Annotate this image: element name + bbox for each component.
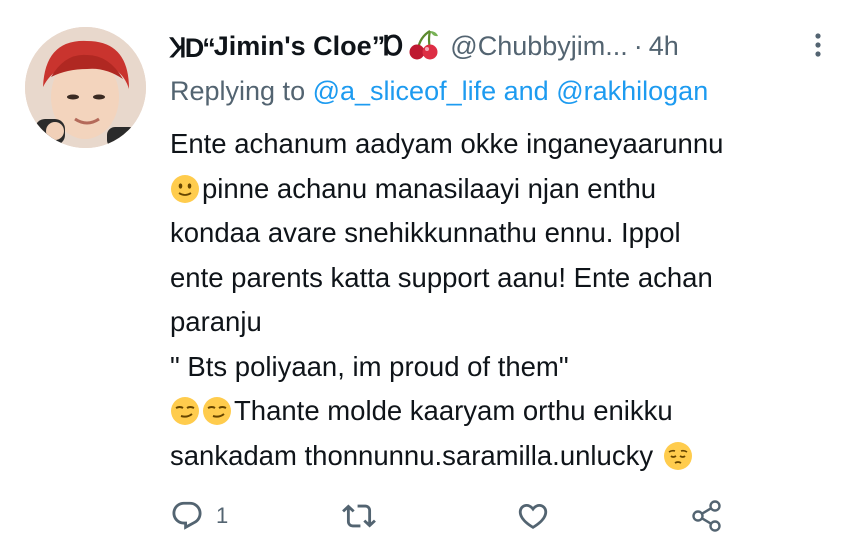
- tweet-text: Ente achanum aadyam okke inganeyaarunnu …: [170, 122, 850, 478]
- like-icon: [518, 503, 548, 529]
- avatar-image: [25, 27, 146, 148]
- tweet-line-text: pinne achanu manasilaayi njan enthu: [202, 172, 657, 204]
- tweet-line-text: sankadam thonnunnu.saramilla.unlucky: [170, 439, 654, 471]
- avatar[interactable]: [25, 27, 146, 148]
- tweet-line-text: paranju: [170, 306, 262, 337]
- tweet-line: " Bts poliyaan, im proud of them": [170, 345, 850, 390]
- tweet-line: sankadam thonnunnu.saramilla.unlucky: [170, 434, 850, 479]
- replying-to: Replying to @a_sliceof_life and @rakhilo…: [170, 76, 708, 107]
- name-decoration-right: ”Ɒ: [371, 30, 405, 61]
- more-options-icon[interactable]: [808, 30, 828, 60]
- reply-icon: [172, 501, 202, 530]
- share-button[interactable]: [690, 494, 724, 538]
- cherry-icon: [406, 27, 440, 66]
- mention-link[interactable]: @a_sliceof_life: [313, 76, 497, 106]
- tweet-line-text: Ente achanum aadyam okke inganeyaarunnu: [170, 128, 724, 159]
- share-icon: [692, 500, 721, 532]
- action-bar: 1: [170, 494, 770, 538]
- user-handle[interactable]: @Chubbyjim...: [450, 31, 627, 62]
- tweet-line: Thante molde kaaryam orthu enikku: [170, 389, 850, 434]
- smirking-face-icon: [170, 396, 200, 426]
- tweet-header: ꞰD“ Jimin's Cloe ”Ɒ @Chubbyjim... · 4h: [170, 26, 840, 66]
- timestamp[interactable]: 4h: [649, 31, 679, 62]
- tweet-line-text: ente parents katta support aanu! Ente ac…: [170, 261, 713, 293]
- like-button[interactable]: [515, 494, 551, 538]
- retweet-icon: [342, 504, 376, 528]
- tweet-line-text: kondaa avare snehikkunnathu ennu. Ippol: [170, 217, 681, 248]
- tweet-line: Ente achanum aadyam okke inganeyaarunnu: [170, 122, 850, 167]
- tweet-line: ente parents katta support aanu! Ente ac…: [170, 256, 850, 301]
- replying-prefix: Replying to: [170, 76, 306, 106]
- slightly-smiling-face-icon: [170, 174, 200, 204]
- display-name[interactable]: Jimin's Cloe: [214, 31, 372, 62]
- replying-and[interactable]: and: [504, 76, 549, 106]
- reply-button[interactable]: 1: [170, 494, 228, 538]
- retweet-button[interactable]: [340, 494, 378, 538]
- separator-dot: ·: [633, 30, 643, 61]
- pensive-face-icon: [663, 441, 693, 471]
- tweet-line-text: " Bts poliyaan, im proud of them": [170, 350, 569, 382]
- mention-link[interactable]: @rakhilogan: [556, 76, 708, 106]
- reply-count: 1: [216, 503, 229, 528]
- tweet-line: pinne achanu manasilaayi njan enthu: [170, 167, 850, 212]
- smirking-face-icon: [202, 396, 232, 426]
- tweet-line: paranju: [170, 300, 850, 345]
- name-decoration-left: ꞰD“: [170, 32, 216, 63]
- tweet-line-text: Thante molde kaaryam orthu enikku: [234, 395, 673, 426]
- tweet-line: kondaa avare snehikkunnathu ennu. Ippol: [170, 211, 850, 256]
